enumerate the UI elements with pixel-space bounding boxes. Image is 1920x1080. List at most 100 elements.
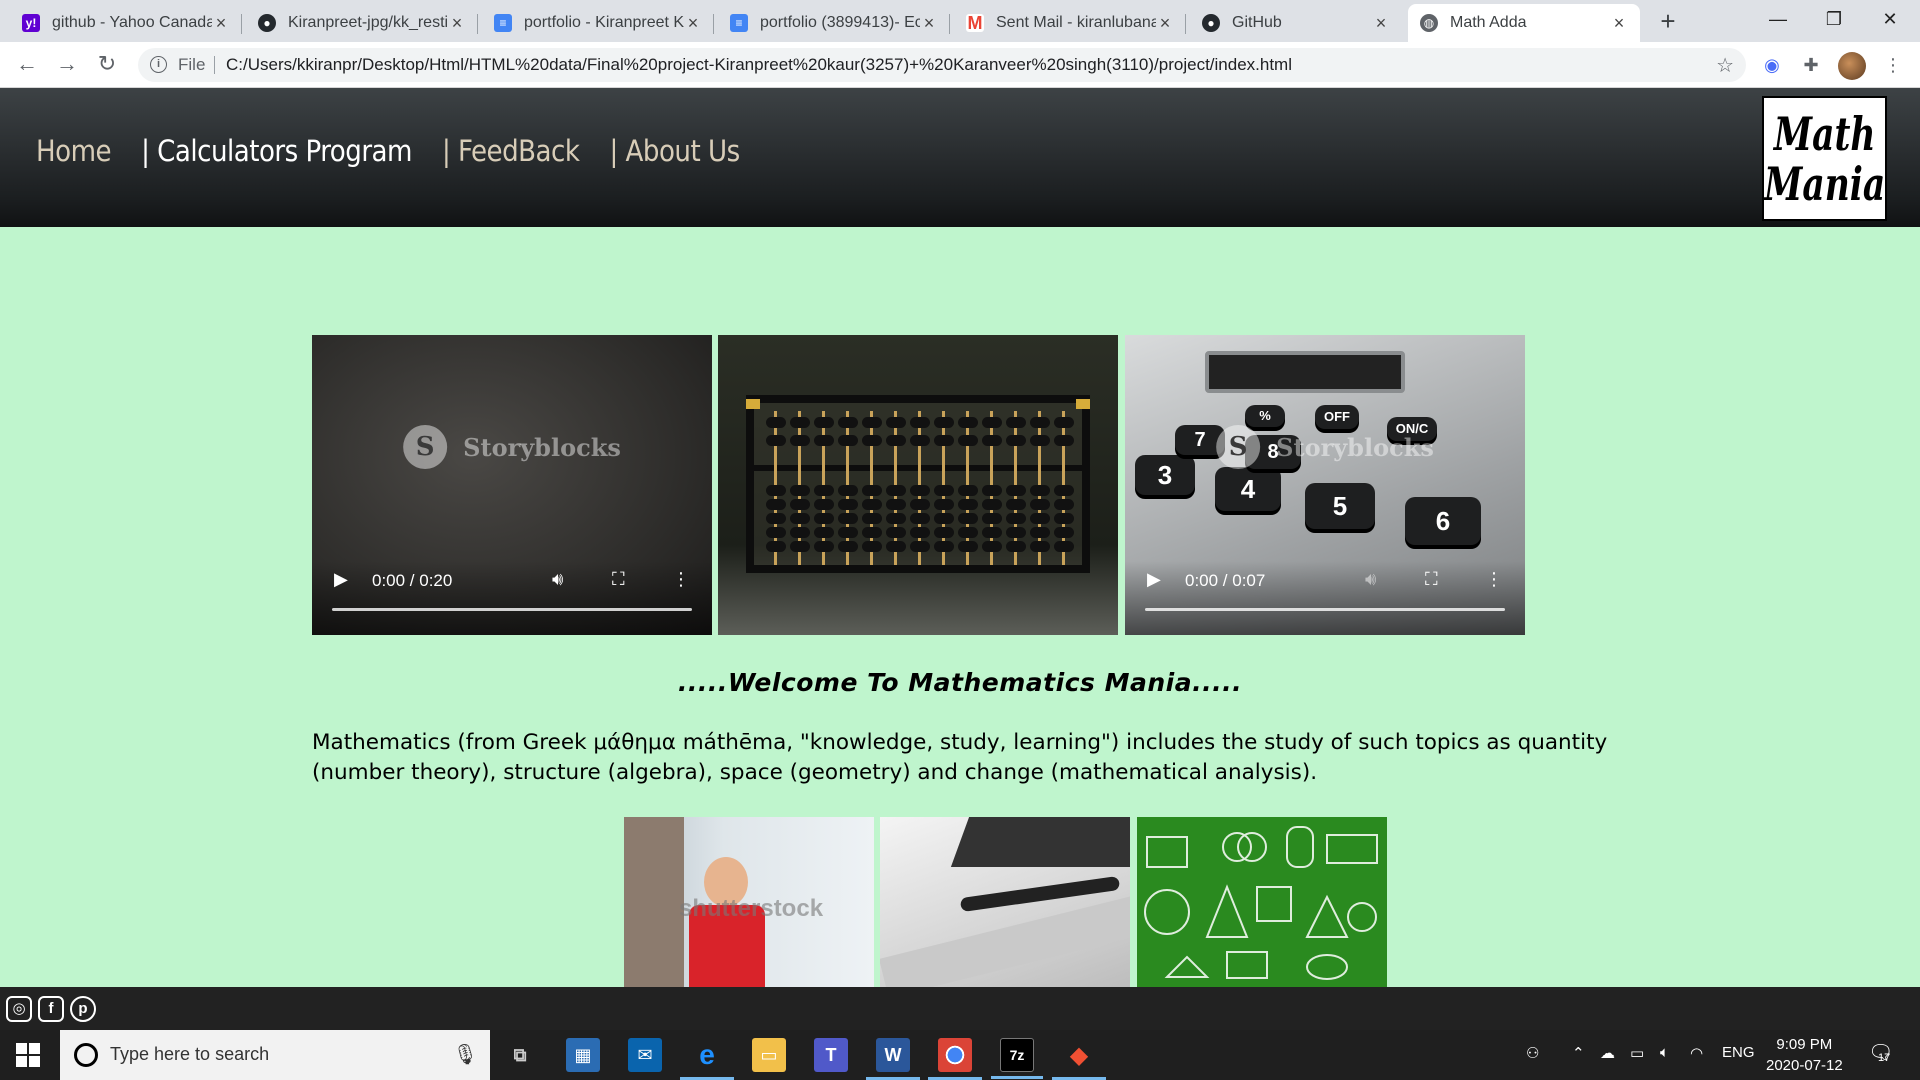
kebab-menu-icon[interactable]: ⋮ bbox=[1880, 52, 1906, 78]
7zip-icon[interactable]: 7z bbox=[991, 1038, 1043, 1079]
more-options-icon[interactable]: ⋮ bbox=[672, 569, 690, 590]
chrome-icon[interactable] bbox=[928, 1038, 982, 1080]
scheme-label: File bbox=[178, 55, 206, 74]
calculator-display bbox=[1205, 351, 1405, 393]
pinterest-icon[interactable]: p bbox=[70, 996, 96, 1022]
chevron-up-icon[interactable]: ⌃ bbox=[1572, 1044, 1585, 1062]
tab-gmail[interactable]: M Sent Mail - kiranlubana × bbox=[954, 4, 1186, 42]
profile-avatar[interactable] bbox=[1838, 52, 1866, 80]
abacus-bead bbox=[886, 499, 906, 510]
taskbar-search-box[interactable]: Type here to search 🎙︎ bbox=[60, 1030, 490, 1080]
abacus-bead bbox=[838, 513, 858, 524]
close-icon[interactable]: × bbox=[212, 13, 230, 34]
math-mania-logo[interactable]: Math Mania bbox=[1762, 96, 1887, 221]
fullscreen-icon[interactable]: ⛶ bbox=[1425, 569, 1438, 590]
abacus-bead bbox=[1054, 417, 1074, 428]
abacus-bead bbox=[958, 527, 978, 538]
close-icon[interactable]: × bbox=[920, 13, 938, 34]
nav-home[interactable]: Home bbox=[36, 134, 112, 168]
volume-icon[interactable]: 🔊︎ bbox=[552, 569, 563, 590]
tab-math-adda[interactable]: ◍ Math Adda × bbox=[1408, 4, 1640, 42]
nav-calculators-program[interactable]: | Calculators Program bbox=[141, 134, 412, 168]
cortana-icon bbox=[74, 1043, 98, 1067]
facebook-icon[interactable]: f bbox=[38, 996, 64, 1022]
language-indicator[interactable]: ENG bbox=[1722, 1044, 1755, 1061]
task-view-icon[interactable]: ⧉ bbox=[503, 1038, 537, 1072]
abacus-bead bbox=[1006, 485, 1026, 496]
nav-feedback[interactable]: | FeedBack bbox=[442, 134, 580, 168]
tab-portfolio-edit[interactable]: ≡ portfolio (3899413)- Ec × bbox=[718, 4, 950, 42]
abacus-bead bbox=[910, 417, 930, 428]
video-progress-bar[interactable] bbox=[1145, 608, 1505, 611]
minimize-icon[interactable]: — bbox=[1750, 0, 1806, 42]
edge-icon[interactable]: e bbox=[680, 1038, 734, 1080]
instagram-icon[interactable]: ◎ bbox=[6, 996, 32, 1022]
battery-icon[interactable]: ▭ bbox=[1630, 1044, 1644, 1062]
video-player-2[interactable]: % OFF ON/C 3 4 5 6 7 8 S Storyblocks ▶ 0:00 / 0:… bbox=[1125, 335, 1525, 635]
abacus-bead bbox=[838, 417, 858, 428]
abacus-bead bbox=[886, 435, 906, 446]
abacus-bead bbox=[838, 541, 858, 552]
word-icon[interactable]: W bbox=[866, 1038, 920, 1080]
tab-label: Math Adda bbox=[1450, 14, 1527, 31]
file-explorer-icon[interactable]: ▭ bbox=[752, 1038, 786, 1072]
abacus-bead bbox=[862, 513, 882, 524]
close-window-icon[interactable]: ✕ bbox=[1862, 0, 1918, 42]
abacus-bead bbox=[958, 485, 978, 496]
mail-icon[interactable]: ✉ bbox=[628, 1038, 662, 1072]
onedrive-icon[interactable]: ☁ bbox=[1600, 1044, 1615, 1062]
play-icon[interactable]: ▶ bbox=[334, 569, 348, 590]
gmail-icon: M bbox=[966, 12, 984, 33]
close-icon[interactable]: × bbox=[1610, 13, 1628, 34]
abacus-bead bbox=[862, 435, 882, 446]
teams-icon[interactable]: T bbox=[814, 1038, 848, 1072]
close-icon[interactable]: × bbox=[684, 13, 702, 34]
store-icon[interactable]: ▦ bbox=[566, 1038, 600, 1072]
close-icon[interactable]: × bbox=[1156, 13, 1174, 34]
tab-github-repo[interactable]: ● Kiranpreet-jpg/kk_resti × bbox=[246, 4, 478, 42]
puzzle-icon[interactable]: ✚ bbox=[1798, 52, 1824, 78]
windows-start-icon[interactable] bbox=[16, 1043, 40, 1067]
abacus-bead bbox=[790, 527, 810, 538]
back-arrow-icon[interactable]: ← bbox=[12, 50, 42, 80]
taskbar-clock[interactable]: 9:09 PM 2020-07-12 bbox=[1766, 1034, 1843, 1076]
abacus-bead bbox=[790, 417, 810, 428]
github-icon: ● bbox=[1202, 14, 1220, 32]
storyblocks-logo-icon: S bbox=[1216, 425, 1261, 469]
abacus-bead bbox=[1006, 499, 1026, 510]
extension-icon[interactable]: ◉ bbox=[1759, 52, 1785, 78]
tab-yahoo[interactable]: y! github - Yahoo Canada × bbox=[10, 4, 242, 42]
storyblocks-logo-icon: S bbox=[403, 425, 448, 469]
info-icon[interactable]: i bbox=[150, 56, 167, 73]
bookmark-star-icon[interactable]: ☆ bbox=[1716, 53, 1734, 78]
nav-about-us[interactable]: | About Us bbox=[609, 134, 740, 168]
abacus-bead bbox=[910, 485, 930, 496]
tab-github[interactable]: ● GitHub × bbox=[1190, 4, 1402, 42]
abacus-bead bbox=[814, 541, 834, 552]
video-player-1[interactable]: S Storyblocks ▶ 0:00 / 0:20 🔊︎ ⛶ ⋮ bbox=[312, 335, 712, 635]
restore-icon[interactable]: ❐ bbox=[1806, 0, 1862, 42]
tab-portfolio-doc[interactable]: ≡ portfolio - Kiranpreet K × bbox=[482, 4, 714, 42]
play-icon[interactable]: ▶ bbox=[1147, 569, 1161, 590]
git-icon[interactable]: ◆ bbox=[1052, 1038, 1106, 1080]
wifi-icon[interactable]: ◠ bbox=[1690, 1044, 1703, 1062]
forward-arrow-icon[interactable]: → bbox=[52, 50, 82, 80]
people-icon[interactable]: ⚇ bbox=[1526, 1044, 1539, 1062]
abacus-bead bbox=[1054, 485, 1074, 496]
volume-icon[interactable]: 🔈︎ bbox=[1660, 1044, 1669, 1061]
address-bar[interactable]: i File C:/Users/kkiranpr/Desktop/Html/HT… bbox=[138, 48, 1746, 82]
abacus-bead bbox=[766, 513, 786, 524]
new-tab-button[interactable]: + bbox=[1654, 8, 1682, 36]
more-options-icon[interactable]: ⋮ bbox=[1485, 569, 1503, 590]
abacus-image bbox=[718, 335, 1118, 635]
volume-icon[interactable]: 🔊︎ bbox=[1365, 569, 1376, 590]
fullscreen-icon[interactable]: ⛶ bbox=[612, 569, 625, 590]
abacus-bead bbox=[1030, 499, 1050, 510]
logo-line-1: Math bbox=[1773, 106, 1876, 161]
microphone-icon[interactable]: 🎙︎ bbox=[453, 1042, 478, 1067]
video-progress-bar[interactable] bbox=[332, 608, 692, 611]
close-icon[interactable]: × bbox=[448, 13, 466, 34]
url-text[interactable]: C:/Users/kkiranpr/Desktop/Html/HTML%20da… bbox=[226, 55, 1292, 75]
close-icon[interactable]: × bbox=[1372, 13, 1390, 34]
reload-icon[interactable]: ↻ bbox=[92, 50, 122, 80]
